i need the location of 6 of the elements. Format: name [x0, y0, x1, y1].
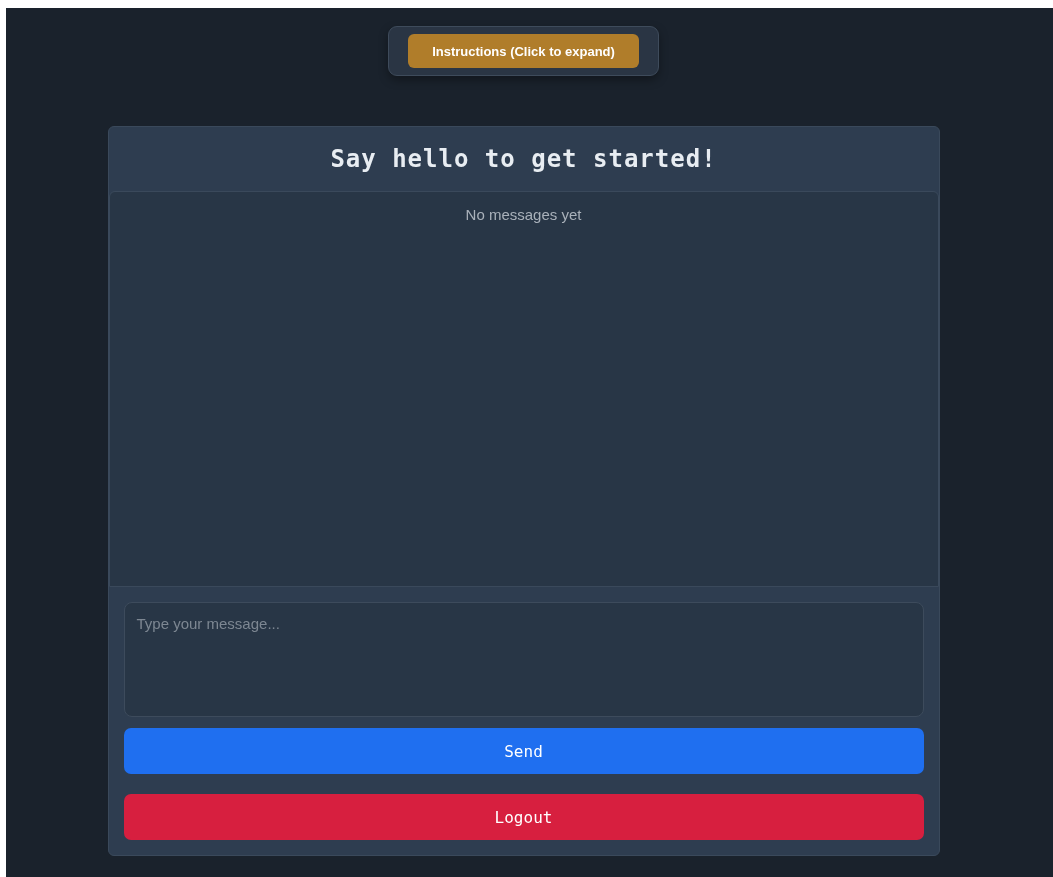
empty-message: No messages yet	[465, 205, 582, 224]
send-button[interactable]: Send	[123, 728, 924, 774]
chat-title: Say hello to get started!	[329, 143, 718, 175]
logout-button[interactable]: Logout	[123, 794, 924, 840]
instructions-button[interactable]: Instructions (Click to expand)	[408, 34, 639, 68]
message-input[interactable]: Type your message...	[123, 602, 924, 717]
